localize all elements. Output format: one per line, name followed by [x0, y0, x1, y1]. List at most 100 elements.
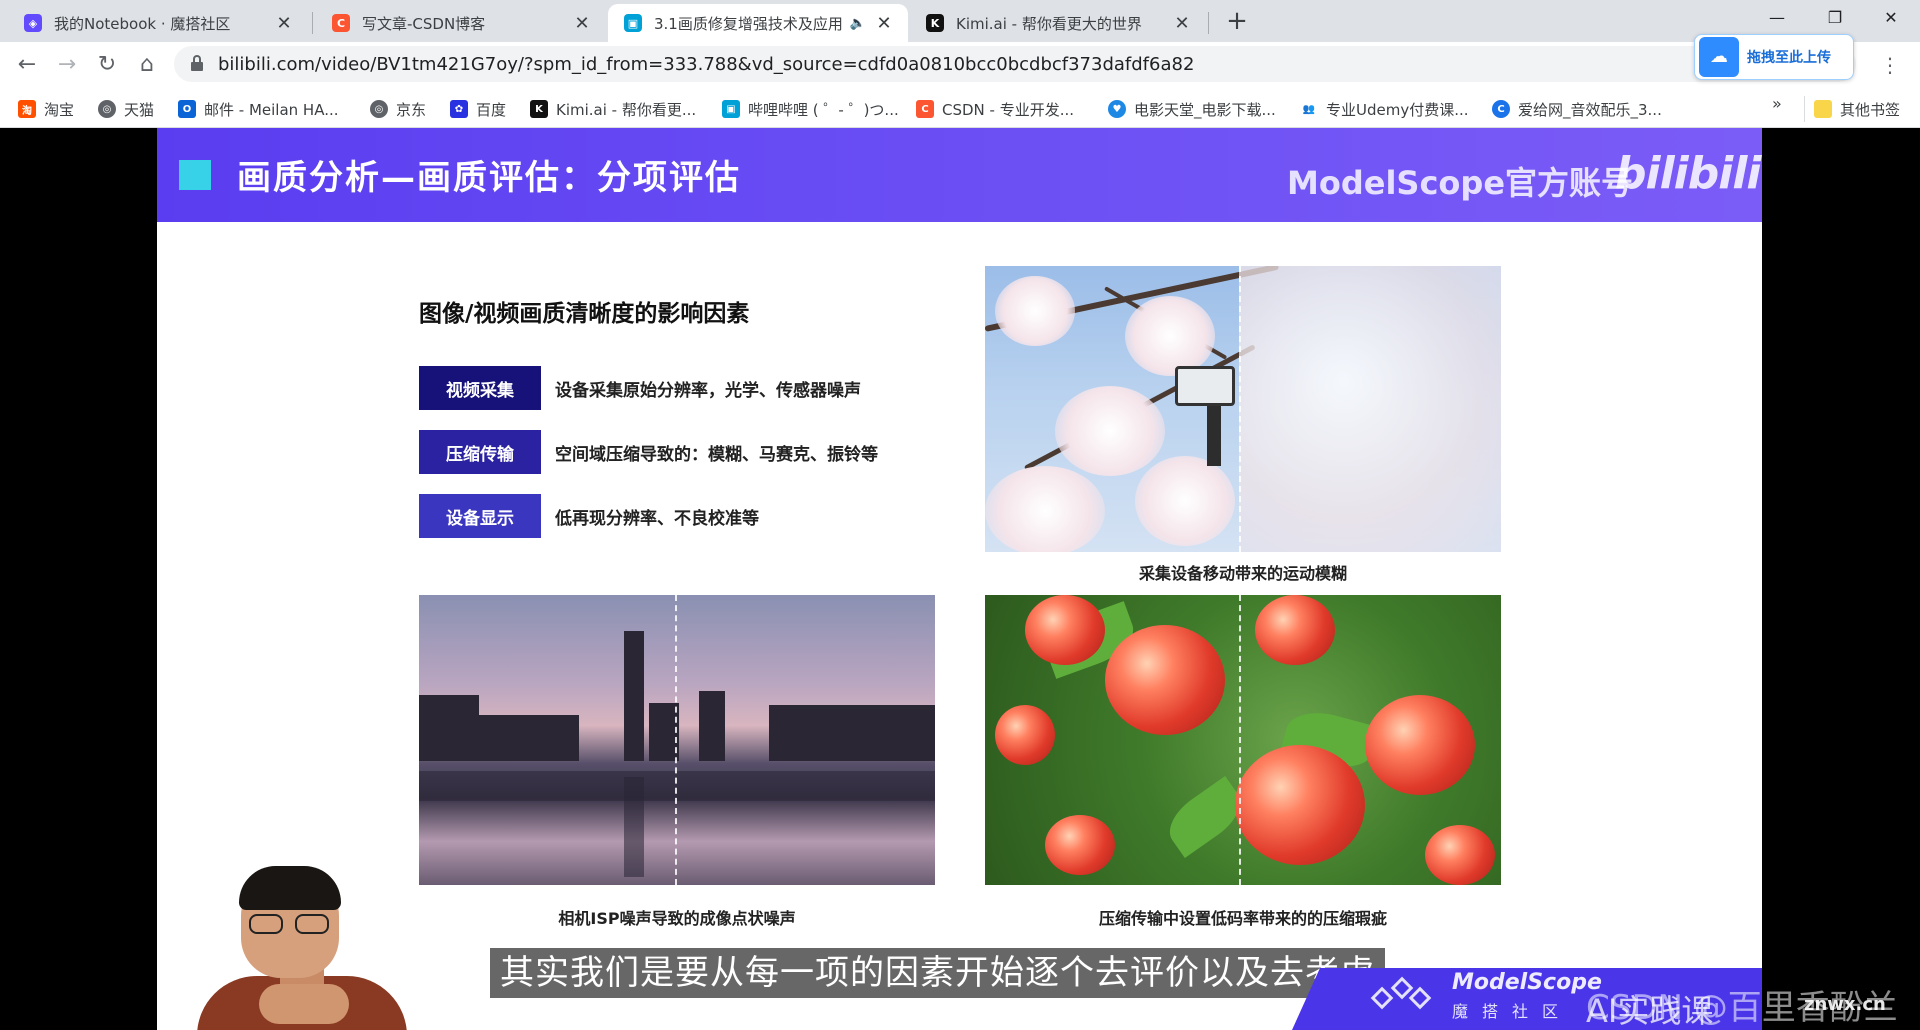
kimi-icon: K: [926, 14, 944, 32]
compression-artifact-example-image: [985, 595, 1501, 885]
factor-tag: 设备显示: [419, 494, 541, 538]
heart-icon: ♥: [1108, 100, 1126, 118]
bookmark-tmall[interactable]: ◎ 天猫: [98, 98, 154, 120]
header-accent-square: [179, 160, 211, 190]
folder-icon: [1814, 100, 1832, 118]
bilibili-logo: bilibili: [1615, 148, 1761, 199]
bookmark-label: 淘宝: [44, 100, 75, 119]
minimize-button[interactable]: —: [1748, 0, 1806, 36]
browser-menu-button[interactable]: ⋮: [1880, 50, 1900, 80]
video-player[interactable]: 画质分析—画质评估：分项评估 ModelScope官方账号 bilibili 图…: [0, 128, 1920, 1030]
forward-button[interactable]: →: [50, 48, 84, 82]
tab-title: 写文章-CSDN博客: [362, 14, 486, 33]
drag-upload-button[interactable]: ☁ 拖拽至此上传: [1694, 34, 1854, 80]
tab-separator: [1208, 12, 1209, 34]
tab-separator: [312, 12, 313, 34]
tab-csdn-write[interactable]: C 写文章-CSDN博客 ✕: [316, 4, 606, 42]
modelscope-community-label: 魔搭社区: [1452, 1002, 1573, 1021]
modelscope-account-label: ModelScope官方账号: [1287, 164, 1634, 202]
video-subtitle: 其实我们是要从每一项的因素开始逐个去评价以及去考虑: [490, 948, 1385, 998]
factor-tag: 视频采集: [419, 366, 541, 410]
tab-title: 我的Notebook · 魔搭社区: [54, 14, 231, 33]
section-title: 图像/视频画质清晰度的影响因素: [419, 301, 750, 327]
factor-tag: 压缩传输: [419, 430, 541, 474]
bookmark-bilibili[interactable]: ▣ 哔哩哔哩 ( ゜- ゜)つ...: [722, 98, 899, 120]
tab-bilibili-video[interactable]: ▣ 3.1画质修复增强技术及应用 🔈 ✕: [608, 4, 908, 42]
factor-desc: 低再现分辨率、不良校准等: [555, 508, 759, 529]
bookmark-udemy[interactable]: 👥 专业Udemy付费课...: [1300, 98, 1469, 120]
close-tab-icon[interactable]: ✕: [572, 13, 592, 34]
close-tab-icon[interactable]: ✕: [274, 13, 294, 34]
url-text[interactable]: bilibili.com/video/BV1tm421G7oy/?spm_id_…: [218, 54, 1194, 75]
bookmark-label: 其他书签: [1840, 100, 1901, 119]
tab-title: Kimi.ai - 帮你看更大的世界: [956, 14, 1142, 33]
bookmark-taobao[interactable]: 淘淘宝: [18, 98, 74, 120]
speaker-icon[interactable]: 🔈: [850, 16, 866, 31]
bookmark-dytt[interactable]: ♥ 电影天堂_电影下载...: [1108, 98, 1276, 120]
street-lamp: [1175, 366, 1235, 406]
csdn-icon: C: [332, 14, 350, 32]
upload-label: 拖拽至此上传: [1747, 50, 1831, 66]
tab-kimi[interactable]: K Kimi.ai - 帮你看更大的世界 ✕: [910, 4, 1206, 42]
tab-title: 3.1画质修复增强技术及应用: [654, 14, 842, 33]
lock-icon[interactable]: [190, 55, 204, 71]
factor-video-capture: 视频采集 设备采集原始分辨率，光学、传感器噪声: [419, 366, 861, 410]
globe-icon: ◎: [98, 100, 116, 118]
site-watermark: znwx.cn: [1804, 994, 1886, 1015]
close-window-button[interactable]: ✕: [1862, 0, 1920, 36]
taobao-icon: 淘: [18, 100, 36, 118]
globe-icon: ◎: [370, 100, 388, 118]
tab-modelscope-notebook[interactable]: ◈ 我的Notebook · 魔搭社区 ✕: [8, 4, 308, 42]
bookmark-jd[interactable]: ◎ 京东: [370, 98, 426, 120]
new-tab-button[interactable]: +: [1222, 6, 1252, 36]
caption-motion-blur: 采集设备移动带来的运动模糊: [1138, 564, 1347, 583]
presenter-webcam: [197, 866, 407, 1030]
bookmark-label: 邮件 - Meilan HA...: [204, 100, 339, 119]
kimi-icon: K: [530, 100, 548, 118]
more-bookmarks-button[interactable]: »: [1772, 94, 1782, 113]
bookmark-label: 百度: [476, 100, 507, 119]
bookmark-label: 爱给网_音效配乐_3...: [1518, 100, 1662, 119]
bookmark-label: 专业Udemy付费课...: [1326, 100, 1469, 119]
bilibili-icon: ▣: [722, 100, 740, 118]
bookmark-label: 哔哩哔哩 ( ゜- ゜)つ...: [748, 100, 899, 119]
factor-desc: 空间域压缩导致的：模糊、马赛克、振铃等: [555, 444, 878, 465]
modelscope-logo-icon: [1370, 976, 1432, 1016]
glasses: [249, 914, 333, 934]
bilibili-icon: ▣: [624, 14, 642, 32]
close-tab-icon[interactable]: ✕: [874, 13, 894, 34]
bookmarks-bar: 淘淘宝 ◎ 天猫 O 邮件 - Meilan HA... ◎ 京东 ✿ 百度 K Kimi…: [0, 88, 1920, 128]
bookmarks-separator: [1804, 96, 1805, 122]
factor-display: 设备显示 低再现分辨率、不良校准等: [419, 494, 759, 538]
bookmark-aigei[interactable]: C 爱给网_音效配乐_3...: [1492, 98, 1662, 120]
bookmark-csdn[interactable]: C CSDN - 专业开发...: [916, 98, 1074, 120]
address-bar[interactable]: bilibili.com/video/BV1tm421G7oy/?spm_id_…: [174, 46, 1856, 82]
other-bookmarks-folder[interactable]: 其他书签: [1814, 98, 1900, 120]
bookmark-label: 京东: [396, 100, 427, 119]
baidu-icon: ✿: [450, 100, 468, 118]
caption-compression-artifacts: 压缩传输中设置低码率带来的的压缩瑕疵: [1098, 909, 1387, 928]
bookmark-mail[interactable]: O 邮件 - Meilan HA...: [178, 98, 339, 120]
home-button[interactable]: ⌂: [130, 48, 164, 82]
factor-desc: 设备采集原始分辨率，光学、传感器噪声: [555, 380, 861, 401]
outlook-icon: O: [178, 100, 196, 118]
aigei-icon: C: [1492, 100, 1510, 118]
slide-title: 画质分析—画质评估：分项评估: [237, 158, 741, 198]
close-tab-icon[interactable]: ✕: [1172, 13, 1192, 34]
motion-blur-example-image: [985, 266, 1501, 552]
caption-isp-noise: 相机ISP噪声导致的成像点状噪声: [558, 909, 796, 928]
reload-button[interactable]: ↻: [90, 48, 124, 82]
bookmark-label: CSDN - 专业开发...: [942, 100, 1075, 119]
csdn-icon: C: [916, 100, 934, 118]
bookmark-label: Kimi.ai - 帮你看更...: [556, 100, 697, 119]
bookmark-kimi[interactable]: K Kimi.ai - 帮你看更...: [530, 98, 696, 120]
people-icon: 👥: [1300, 100, 1318, 118]
tab-strip: ◈ 我的Notebook · 魔搭社区 ✕ C 写文章-CSDN博客 ✕ ▣ 3…: [0, 0, 1920, 42]
modelscope-icon: ◈: [24, 14, 42, 32]
bookmark-label: 电影天堂_电影下载...: [1134, 100, 1276, 119]
bookmark-label: 天猫: [124, 100, 155, 119]
bookmark-baidu[interactable]: ✿ 百度: [450, 98, 506, 120]
back-button[interactable]: ←: [10, 48, 44, 82]
restore-button[interactable]: ❐: [1806, 0, 1864, 36]
modelscope-name: ModelScope: [1452, 970, 1602, 995]
